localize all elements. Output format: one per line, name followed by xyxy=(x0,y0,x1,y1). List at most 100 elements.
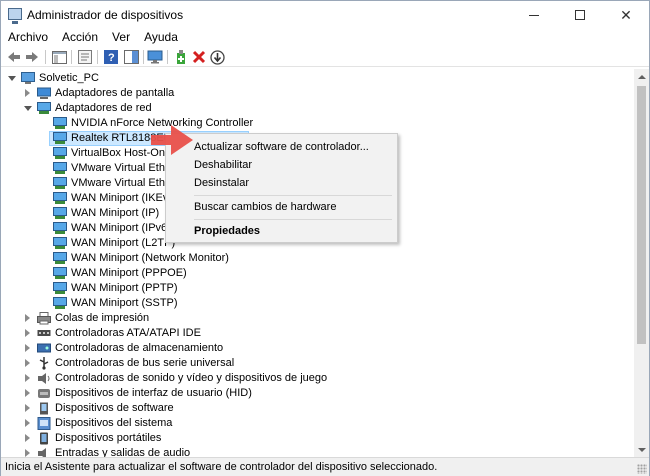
tree-category[interactable]: Colas de impresión xyxy=(1,311,631,326)
network-adapter-icon xyxy=(53,282,67,294)
context-menu: Actualizar software de controlador... De… xyxy=(165,133,398,243)
back-button[interactable] xyxy=(6,49,22,65)
device-label: WAN Miniport (Network Monitor) xyxy=(71,252,229,264)
toolbar-separator xyxy=(71,50,72,64)
console-tree-icon xyxy=(51,50,67,64)
tree-device[interactable]: WAN Miniport (Network Monitor) xyxy=(1,251,631,266)
device-label: VMware Virtual Ether xyxy=(71,162,175,174)
collapsed-chevron-icon[interactable] xyxy=(25,404,30,412)
tree-category[interactable]: Adaptadores de red xyxy=(1,101,631,116)
collapsed-chevron-icon[interactable] xyxy=(25,419,30,427)
minimize-button[interactable] xyxy=(511,1,557,29)
forward-button[interactable] xyxy=(24,49,40,65)
scroll-down-button[interactable] xyxy=(634,442,649,457)
scroll-up-button[interactable] xyxy=(634,69,649,84)
action-pane-button[interactable] xyxy=(123,49,139,65)
scroll-thumb[interactable] xyxy=(637,86,646,344)
tree-device[interactable]: WAN Miniport (PPTP) xyxy=(1,281,631,296)
tree-category[interactable]: Controladoras de bus serie universal xyxy=(1,356,631,371)
collapsed-chevron-icon[interactable] xyxy=(25,434,30,442)
tree-category[interactable]: Controladoras de almacenamiento xyxy=(1,341,631,356)
audio-io-icon xyxy=(38,448,46,457)
context-update-driver[interactable]: Actualizar software de controlador... xyxy=(166,138,397,156)
device-label: VMware Virtual Ether xyxy=(71,177,175,189)
network-adapter-icon xyxy=(53,147,67,159)
toolbar-separator xyxy=(97,50,98,64)
monitor-button[interactable] xyxy=(147,49,163,65)
network-adapter-icon xyxy=(53,117,67,129)
resize-grip-icon[interactable] xyxy=(637,464,647,474)
category-label: Entradas y salidas de audio xyxy=(55,447,191,457)
tree-root[interactable]: Solvetic_PC xyxy=(1,71,631,86)
device-tree[interactable]: Solvetic_PC Adaptadores de pantalla Adap… xyxy=(1,69,634,457)
context-separator xyxy=(194,219,392,220)
menu-ver[interactable]: Ver xyxy=(105,29,137,47)
tree-category[interactable]: Entradas y salidas de audio xyxy=(1,446,631,457)
tree-category[interactable]: Dispositivos portátiles xyxy=(1,431,631,446)
tree-device[interactable]: WAN Miniport (PPPOE) xyxy=(1,266,631,281)
category-label: Dispositivos de software xyxy=(55,402,174,414)
network-adapter-icon xyxy=(53,162,67,174)
context-uninstall[interactable]: Desinstalar xyxy=(166,174,397,192)
device-label: WAN Miniport (IP) xyxy=(71,207,160,219)
device-label: WAN Miniport (L2TP) xyxy=(71,237,176,249)
tree-category[interactable]: Controladoras de sonido y vídeo y dispos… xyxy=(1,371,631,386)
device-label: WAN Miniport (PPPOE) xyxy=(71,267,187,279)
menu-accion[interactable]: Acción xyxy=(55,29,105,47)
properties-button[interactable] xyxy=(77,49,93,65)
collapsed-chevron-icon[interactable] xyxy=(25,329,30,337)
tree-device[interactable]: NVIDIA nForce Networking Controller xyxy=(1,116,631,131)
collapsed-chevron-icon[interactable] xyxy=(25,389,30,397)
category-label: Controladoras de bus serie universal xyxy=(55,357,235,369)
window-title: Administrador de dispositivos xyxy=(27,8,184,22)
context-separator xyxy=(194,195,392,196)
category-label: Controladoras de almacenamiento xyxy=(55,342,224,354)
maximize-button[interactable] xyxy=(557,1,603,29)
vertical-scrollbar[interactable] xyxy=(634,69,649,457)
tree-category[interactable]: Adaptadores de pantalla xyxy=(1,86,631,101)
display-adapter-icon xyxy=(37,87,51,99)
collapsed-chevron-icon[interactable] xyxy=(25,89,30,97)
tree-category[interactable]: Dispositivos del sistema xyxy=(1,416,631,431)
menu-archivo[interactable]: Archivo xyxy=(1,29,55,47)
category-label: Dispositivos portátiles xyxy=(55,432,162,444)
context-scan-hardware[interactable]: Buscar cambios de hardware xyxy=(166,198,397,216)
expanded-chevron-icon[interactable] xyxy=(8,76,16,81)
usb-icon xyxy=(39,357,49,370)
device-label: WAN Miniport (SSTP) xyxy=(71,297,178,309)
hid-icon xyxy=(38,389,50,398)
collapsed-chevron-icon[interactable] xyxy=(25,314,30,322)
network-adapter-icon xyxy=(53,222,67,234)
action-pane-icon xyxy=(123,50,139,64)
tree-device[interactable]: WAN Miniport (SSTP) xyxy=(1,296,631,311)
update-driver-button[interactable] xyxy=(209,49,225,65)
tree-category[interactable]: Dispositivos de interfaz de usuario (HID… xyxy=(1,386,631,401)
software-device-icon xyxy=(40,402,48,415)
maximize-icon xyxy=(575,10,585,20)
toolbar-separator xyxy=(167,50,168,64)
uninstall-device-button[interactable] xyxy=(191,49,207,65)
system-device-icon xyxy=(37,417,51,430)
collapsed-chevron-icon[interactable] xyxy=(25,344,30,352)
close-button[interactable]: ✕ xyxy=(603,1,649,29)
help-button[interactable]: ? xyxy=(103,49,119,65)
context-disable[interactable]: Deshabilitar xyxy=(166,156,397,174)
annotation-arrow-icon xyxy=(151,125,193,155)
svg-text:?: ? xyxy=(108,52,115,64)
expanded-chevron-icon[interactable] xyxy=(24,106,32,111)
menu-ayuda[interactable]: Ayuda xyxy=(137,29,185,47)
tree-category[interactable]: Controladoras ATA/ATAPI IDE xyxy=(1,326,631,341)
tree-category[interactable]: Dispositivos de software xyxy=(1,401,631,416)
context-properties[interactable]: Propiedades xyxy=(166,222,397,240)
show-hide-tree-button[interactable] xyxy=(51,49,67,65)
collapsed-chevron-icon[interactable] xyxy=(25,449,30,457)
device-label: WAN Miniport (IPv6) xyxy=(71,222,171,234)
collapsed-chevron-icon[interactable] xyxy=(25,359,30,367)
network-adapter-icon xyxy=(53,237,67,249)
add-driver-button[interactable] xyxy=(173,49,189,65)
collapsed-chevron-icon[interactable] xyxy=(25,374,30,382)
title-bar: Administrador de dispositivos ✕ xyxy=(1,1,649,29)
properties-icon xyxy=(77,50,92,64)
uninstall-icon xyxy=(192,50,206,64)
scroll-down-icon xyxy=(637,447,646,452)
